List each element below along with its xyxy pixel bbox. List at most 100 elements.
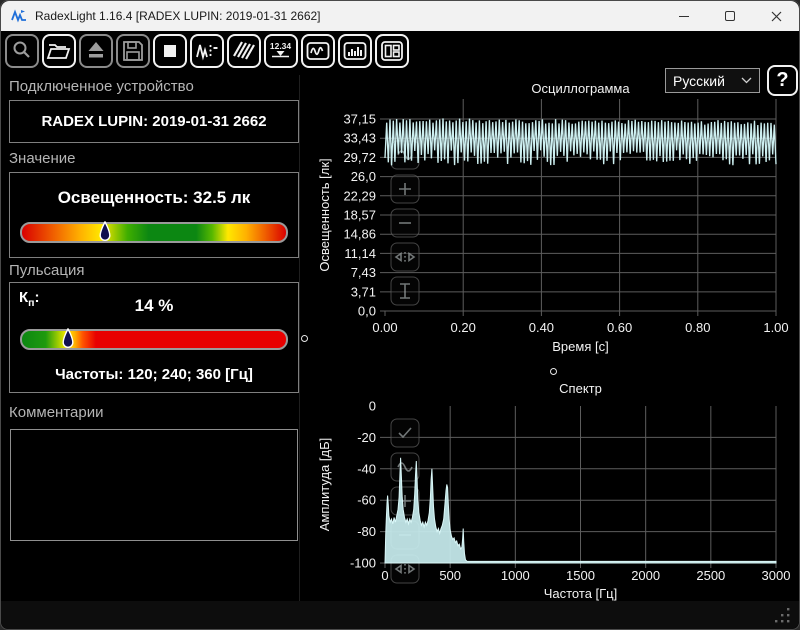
axis-tick-label: 0.60 <box>607 320 632 335</box>
panels-icon <box>381 41 403 61</box>
stop-icon <box>164 45 176 57</box>
axis-tick-label: 37,15 <box>343 112 376 127</box>
diagonal-lines-icon <box>233 41 255 60</box>
axis-tick-label: 3,71 <box>351 284 376 299</box>
resize-grip[interactable] <box>775 608 791 624</box>
bar-chart-icon <box>343 42 367 60</box>
device-name: RADEX LUPIN: 2019-01-31 2662 <box>41 113 267 130</box>
axis-tick-label: -20 <box>357 430 376 445</box>
axis-tick-label: 33,43 <box>343 131 376 146</box>
axis-tick-label: 29,72 <box>343 150 376 165</box>
svg-text:12.34: 12.34 <box>270 41 292 51</box>
status-bar <box>1 601 799 629</box>
comments-textarea[interactable] <box>10 429 298 541</box>
axis-tick-label: 3000 <box>762 568 791 583</box>
save-button[interactable] <box>116 34 150 68</box>
device-section-label: Подключенное устройство <box>9 78 194 95</box>
measure-signal-button[interactable] <box>190 34 224 68</box>
numeric-readout-button[interactable]: 12.34 <box>264 34 298 68</box>
oscillogram-xlabel: Время [с] <box>552 339 608 354</box>
axis-tick-label: 26,0 <box>351 169 376 184</box>
oscillogram-trace <box>384 118 777 166</box>
open-file-button[interactable] <box>42 34 76 68</box>
eject-device-button[interactable] <box>79 34 113 68</box>
axis-tick-label: 1000 <box>501 568 530 583</box>
minimize-icon <box>679 15 689 17</box>
axis-tick-label: 7,43 <box>351 265 376 280</box>
magnifier-icon <box>13 41 30 58</box>
toolbar: 12.34 Русский ? <box>1 31 799 96</box>
minimize-button[interactable] <box>661 1 707 31</box>
app-icon <box>11 9 26 23</box>
illuminance-reading: Освещенность: 32.5 лк <box>57 188 251 207</box>
maximize-button[interactable] <box>707 1 753 31</box>
window-title: RadexLight 1.16.4 [RADEX LUPIN: 2019-01-… <box>35 9 321 23</box>
wave-view-button[interactable] <box>390 452 420 482</box>
layout-view-button[interactable] <box>375 34 409 68</box>
axis-tick-label: 1.00 <box>763 320 788 335</box>
eject-icon <box>88 42 104 58</box>
spectrum-ylabel: Амплитуда [дБ] <box>317 438 332 531</box>
axis-tick-label: 14,86 <box>343 227 376 242</box>
comments-section-label: Комментарии <box>9 404 104 421</box>
illuminance-marker-icon <box>99 221 111 241</box>
illuminance-scale-bar <box>20 221 288 243</box>
select-check-button[interactable] <box>390 418 420 448</box>
kp-value: 14 % <box>134 296 174 315</box>
axis-tick-label: 0.00 <box>372 320 397 335</box>
fit-y-button[interactable] <box>390 276 420 306</box>
close-icon <box>771 11 781 21</box>
oscillogram-title: Осциллограмма <box>531 81 630 96</box>
close-button[interactable] <box>753 1 799 31</box>
axis-tick-label: 2500 <box>696 568 725 583</box>
axis-tick-label: 18,57 <box>343 208 376 223</box>
axis-tick-label: 0 <box>381 568 388 583</box>
spectrum-xlabel: Частота [Гц] <box>544 586 618 601</box>
axis-tick-label: -100 <box>350 556 376 571</box>
fit-x-button[interactable] <box>390 242 420 272</box>
oscillogram-view-button[interactable] <box>301 34 335 68</box>
axis-tick-label: 0 <box>369 399 376 414</box>
zoom-out-button[interactable] <box>390 208 420 238</box>
device-box: RADEX LUPIN: 2019-01-31 2662 <box>9 100 299 143</box>
axis-tick-label: 0.40 <box>529 320 554 335</box>
axis-tick-label: 0,0 <box>358 304 376 319</box>
axis-tick-label: -60 <box>357 493 376 508</box>
app-window: RadexLight 1.16.4 [RADEX LUPIN: 2019-01-… <box>0 0 800 630</box>
pulsation-marker-icon <box>62 328 74 348</box>
axis-tick-label: 2000 <box>631 568 660 583</box>
axis-tick-label: 0.20 <box>451 320 476 335</box>
spectrum-view-button[interactable] <box>338 34 372 68</box>
pulsation-box: Кп: 14 % Частоты: 120; 240; 360 [Гц] <box>9 282 299 393</box>
maximize-icon <box>725 11 735 21</box>
axis-tick-label: 11,14 <box>344 246 376 261</box>
title-bar: RadexLight 1.16.4 [RADEX LUPIN: 2019-01-… <box>1 1 799 31</box>
axis-tick-label: -40 <box>357 461 376 476</box>
numeric-readout-icon: 12.34 <box>270 41 292 58</box>
value-section-label: Значение <box>9 150 76 167</box>
axis-tick-label: 22,29 <box>343 188 376 203</box>
zoom-in-button[interactable] <box>390 174 420 204</box>
waveform-icon <box>306 42 330 60</box>
axis-tick-label: 1500 <box>566 568 595 583</box>
value-box: Освещенность: 32.5 лк <box>9 172 299 258</box>
splitter-handle-charts[interactable] <box>550 368 557 375</box>
zoom-tool-button[interactable] <box>5 34 39 68</box>
oscillogram-chart: 0,0 3,71 7,43 11,14 14,86 18,57 22,29 26,0 29,72… <box>311 79 791 369</box>
spectrum-chart: 0 -20 -40 -60 -80 -100 0 500 1000 1500 2000 2500 300… <box>311 379 791 603</box>
panel-divider <box>299 75 300 603</box>
floppy-icon <box>123 41 143 61</box>
splitter-handle-left[interactable] <box>301 335 308 342</box>
axis-tick-label: 0.80 <box>685 320 710 335</box>
axis-tick-label: -80 <box>357 524 376 539</box>
axis-tick-label: 500 <box>439 568 461 583</box>
pulsation-scale-bar <box>20 328 288 350</box>
spectrum-title: Спектр <box>559 381 602 396</box>
hatch-view-button[interactable] <box>227 34 261 68</box>
frequencies-text: Частоты: 120; 240; 360 [Гц] <box>55 366 253 383</box>
pulsation-section-label: Пульсация <box>9 262 85 279</box>
signal-peaks-icon <box>196 44 218 61</box>
open-folder-icon <box>46 44 71 59</box>
oscillogram-ylabel: Освещенность [лк] <box>317 158 332 271</box>
stop-button[interactable] <box>153 34 187 68</box>
